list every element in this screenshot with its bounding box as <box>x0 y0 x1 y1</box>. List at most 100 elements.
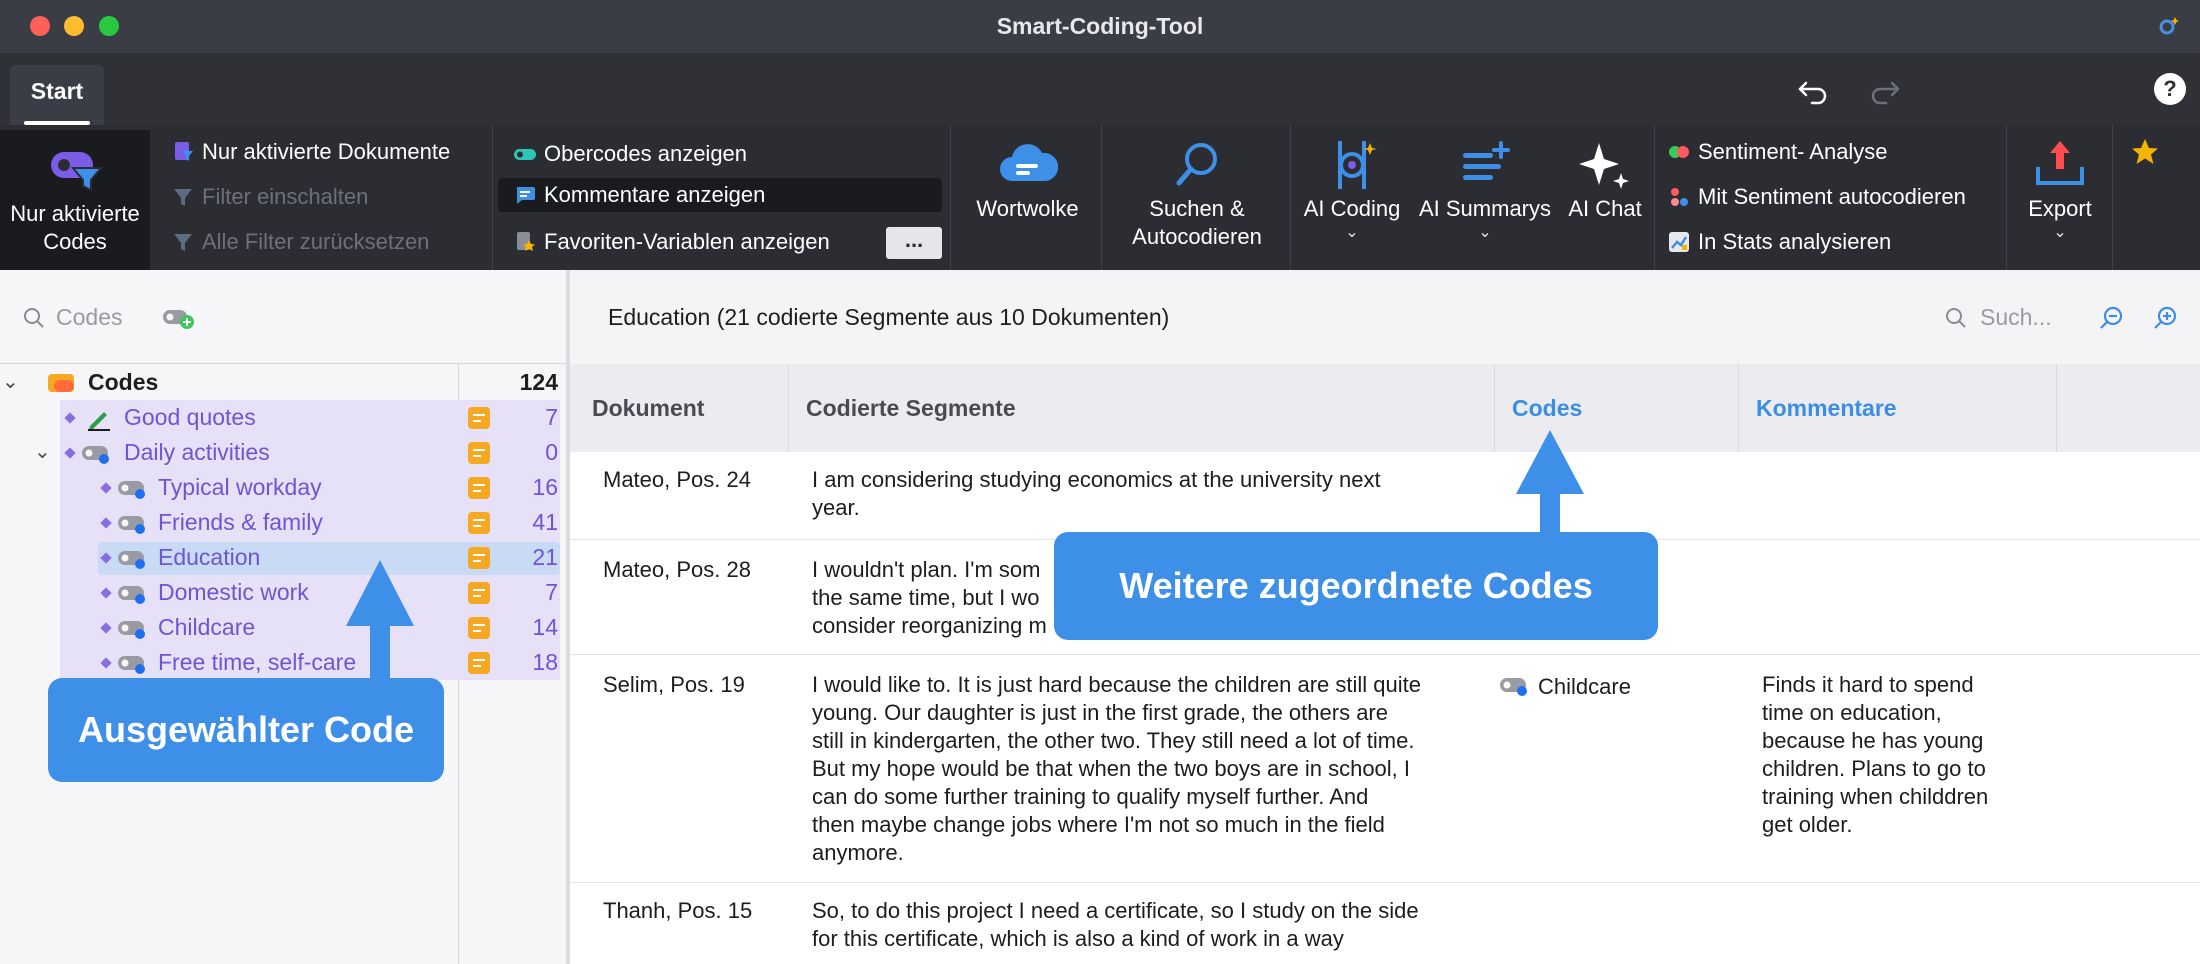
ai-chat-sparkle-icon <box>1579 143 1629 189</box>
code-tag-icon <box>118 516 145 534</box>
chevron-down-icon[interactable]: ⌄ <box>2 365 19 400</box>
export-icon <box>2036 141 2084 185</box>
zoom-out-icon[interactable] <box>2098 304 2126 332</box>
sentiment-autocode-button[interactable]: Mit Sentiment autocodieren <box>1668 180 1966 214</box>
activated-codes-icon <box>51 152 104 192</box>
ai-chat-button[interactable]: AI Chat <box>1560 137 1650 223</box>
help-button[interactable]: ? <box>2154 73 2186 105</box>
code-bullet-icon <box>100 657 112 669</box>
table-row[interactable]: Thanh, Pos. 15 So, to do this project I … <box>570 883 2200 964</box>
sentiment-autocode-icon <box>1671 188 1688 206</box>
title-bar: Smart-Coding-Tool <box>0 0 2200 53</box>
code-tag-icon <box>118 551 145 569</box>
column-header-kommentare[interactable]: Kommentare <box>1756 364 1897 452</box>
code-system-icon <box>48 374 74 392</box>
code-bullet-icon <box>100 482 112 494</box>
export-button[interactable]: Export ⌄ <box>2010 137 2110 241</box>
segments-table-header: Dokument Codierte Segmente Codes Komment… <box>570 364 2200 452</box>
column-divider[interactable] <box>1738 364 1739 452</box>
stats-chart-icon <box>1669 232 1689 252</box>
sentiment-analysis-button[interactable]: Sentiment- Analyse <box>1668 135 1888 169</box>
ai-summaries-dropdown-chevron-icon[interactable]: ⌄ <box>1414 225 1556 241</box>
code-item-free-time-self-care[interactable]: Free time, self-care 18 <box>0 645 566 680</box>
code-system-panel: Codes ⌄ Codes 124 Good quotes 7 ⌄ Daily … <box>0 270 570 964</box>
table-row[interactable]: Mateo, Pos. 24 I am considering studying… <box>570 452 2200 540</box>
redo-icon[interactable] <box>1868 73 1902 107</box>
parent-codes-icon <box>514 149 536 160</box>
ribbon-separator <box>1654 125 1655 270</box>
ribbon-separator <box>2112 125 2113 270</box>
column-divider[interactable] <box>2056 364 2057 452</box>
code-bullet-icon <box>64 412 76 424</box>
ai-assist-icon[interactable] <box>2154 14 2180 40</box>
column-header-segmente[interactable]: Codierte Segmente <box>806 364 1016 452</box>
code-item-friends-family[interactable]: Friends & family 41 <box>0 505 566 540</box>
undo-icon[interactable] <box>1796 73 1830 107</box>
comment-icon <box>516 187 535 204</box>
code-search-input[interactable]: Codes <box>56 304 122 331</box>
code-item-education[interactable]: Education 21 <box>0 540 566 575</box>
code-tag-icon <box>118 586 145 604</box>
code-item-good-quotes[interactable]: Good quotes 7 <box>0 400 566 435</box>
selected-code-arrow-icon <box>346 560 414 682</box>
ai-coding-button[interactable]: AI Coding ⌄ <box>1296 137 1408 241</box>
code-tag-icon <box>118 481 145 499</box>
tab-start[interactable]: Start <box>10 65 104 125</box>
segments-header: Education (21 codierte Segmente aus 10 D… <box>570 270 2200 364</box>
more-options-button[interactable]: ... <box>886 227 942 259</box>
code-tag-icon <box>1500 678 1527 696</box>
only-activated-codes-button[interactable]: Nur aktivierte Codes <box>0 130 150 270</box>
segments-search-input[interactable]: Such... <box>1980 304 2052 331</box>
analyze-in-stats-button[interactable]: In Stats analysieren <box>1668 225 1891 259</box>
zoom-in-icon[interactable] <box>2152 304 2180 332</box>
export-dropdown-chevron-icon[interactable]: ⌄ <box>2010 225 2110 241</box>
code-bullet-icon <box>100 587 112 599</box>
chevron-down-icon[interactable]: ⌄ <box>34 435 51 470</box>
code-item-childcare[interactable]: Childcare 14 <box>0 610 566 645</box>
reset-all-filters-button[interactable]: Alle Filter zurücksetzen <box>172 225 429 259</box>
ai-coding-dropdown-chevron-icon[interactable]: ⌄ <box>1296 225 1408 241</box>
code-tag-icon <box>118 656 145 674</box>
code-tag-icon <box>82 446 109 464</box>
ribbon-separator <box>1290 125 1291 270</box>
code-item-daily-activities[interactable]: ⌄ Daily activities 0 <box>0 435 566 470</box>
show-comments-toggle[interactable]: Kommentare anzeigen <box>498 178 942 212</box>
ribbon-separator <box>2006 125 2007 270</box>
favorites-star-icon[interactable] <box>2130 137 2160 167</box>
tab-row: Start ? <box>0 53 2200 125</box>
word-cloud-icon <box>999 144 1058 181</box>
selected-code-callout: Ausgewählter Code <box>48 678 444 782</box>
table-row[interactable]: Selim, Pos. 19 I would like to. It is ju… <box>570 655 2200 883</box>
ribbon-separator <box>1101 125 1102 270</box>
show-favorite-variables-toggle[interactable]: Favoriten-Variablen anzeigen <box>514 225 830 259</box>
pencil-icon <box>88 412 110 431</box>
column-divider[interactable] <box>1494 364 1495 452</box>
only-activated-documents-button[interactable]: Nur aktivierte Dokumente <box>172 135 450 169</box>
ai-summaries-button[interactable]: AI Summarys ⌄ <box>1414 137 1556 241</box>
column-divider[interactable] <box>788 364 789 452</box>
code-search-bar: Codes <box>0 270 568 364</box>
favorite-variables-icon <box>517 232 535 251</box>
code-bullet-icon <box>100 517 112 529</box>
word-cloud-button[interactable]: Wortwolke <box>960 137 1095 223</box>
document-filter-icon <box>175 142 193 161</box>
enable-filter-button[interactable]: Filter einschalten <box>172 180 368 214</box>
further-codes-arrow-icon <box>1516 430 1584 540</box>
code-tree-root[interactable]: ⌄ Codes 124 <box>0 365 566 400</box>
code-bullet-icon <box>100 552 112 564</box>
code-bullet-icon <box>64 447 76 459</box>
show-parent-codes-toggle[interactable]: Obercodes anzeigen <box>514 137 747 171</box>
assigned-code-childcare[interactable]: Childcare <box>1538 673 1631 701</box>
code-item-typical-workday[interactable]: Typical workday 16 <box>0 470 566 505</box>
further-codes-callout: Weitere zugeordnete Codes <box>1054 532 1658 640</box>
segments-title: Education (21 codierte Segmente aus 10 D… <box>608 304 1170 330</box>
new-code-icon[interactable] <box>162 305 196 331</box>
code-bullet-icon <box>100 622 112 634</box>
search-autocode-button[interactable]: Suchen & Autocodieren <box>1108 137 1286 251</box>
reset-filter-icon <box>174 234 192 251</box>
ribbon-separator <box>492 125 493 270</box>
search-icon <box>24 308 44 328</box>
code-item-domestic-work[interactable]: Domestic work 7 <box>0 575 566 610</box>
column-header-dokument[interactable]: Dokument <box>592 364 704 452</box>
ribbon-toolbar: Nur aktivierte Codes Nur aktivierte Doku… <box>0 125 2200 270</box>
